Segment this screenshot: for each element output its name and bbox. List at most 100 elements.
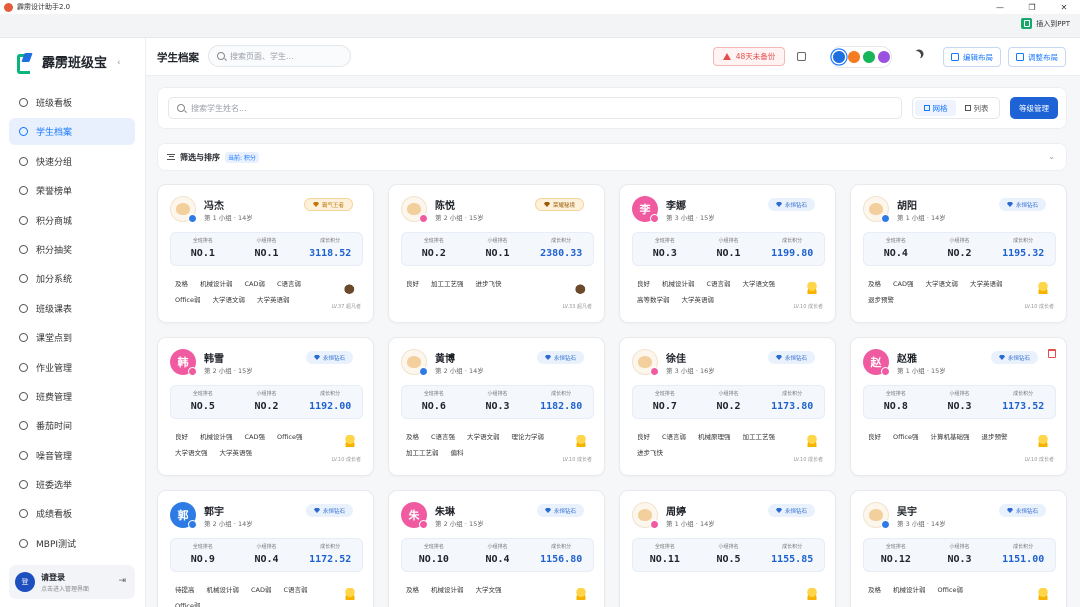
student-meta: 第 1 小组 · 14岁	[897, 214, 946, 222]
stat-growth-points: 成长积分 1151.00	[991, 539, 1055, 571]
sidebar-item[interactable]: 荣誉榜单	[9, 177, 135, 204]
stat-label: 全班排名	[654, 391, 675, 397]
sidebar-item[interactable]: 积分抽奖	[9, 236, 135, 263]
login-panel[interactable]: 登 请登录 点击进入管理界面 ⇥	[9, 565, 135, 599]
sidebar-item[interactable]: 学生档案	[9, 118, 135, 146]
student-tag: CAD弱	[244, 280, 266, 288]
theme-swatch[interactable]	[847, 51, 860, 63]
student-search-input[interactable]	[191, 103, 901, 113]
student-tag: 理论力学弱	[511, 433, 545, 441]
student-tags: 良好 加工工艺强 进步飞快	[406, 278, 556, 288]
theme-swatch[interactable]	[862, 51, 875, 63]
duck-mascot-icon	[805, 282, 819, 294]
trash-icon[interactable]	[1048, 349, 1056, 358]
sidebar-item-label: 成绩看板	[36, 510, 73, 521]
stat-class-rank: 全班排名 NO.12	[864, 539, 928, 571]
main-content: 网格 列表 等级管理 筛选与排序 当前: 积分 ⌄ 冯杰第 1 小组 · 14岁…	[146, 77, 1080, 607]
student-tag: 机械设计弱	[431, 586, 464, 594]
rating-management-button[interactable]: 等级管理	[1010, 97, 1058, 119]
filter-icon	[167, 154, 175, 160]
student-tag: 退步预警	[981, 433, 1008, 441]
duck-mascot-icon	[574, 435, 588, 447]
trophy-icon	[19, 186, 28, 196]
student-card[interactable]: 陈悦第 2 小组 · 15岁 荣耀秘境 全班排名 NO.2 小组排名 NO.1 成长积分 23…	[388, 184, 605, 323]
student-card[interactable]: 胡阳第 1 小组 · 14岁 永恒钻石 全班排名 NO.4 小组排名 NO.2 成长积分 11…	[850, 184, 1067, 323]
male-icon	[881, 214, 890, 223]
student-tag: C语言强	[431, 433, 456, 441]
diamond-icon	[998, 355, 1005, 360]
student-meta: 第 1 小组 · 14岁	[204, 214, 253, 222]
adjust-layout-button[interactable]: 调整布局	[1008, 47, 1066, 67]
student-card[interactable]: 吴宇第 3 小组 · 14岁 永恒钻石 全班排名 NO.12 小组排名 NO.3 成长积分 1…	[850, 490, 1067, 607]
sidebar-item[interactable]: 成绩看板	[9, 500, 135, 527]
student-card[interactable]: 郭郭宇第 2 小组 · 14岁 永恒钻石 全班排名 NO.9 小组排名 NO.4 成长积分 1…	[157, 490, 374, 607]
insert-to-ppt-button[interactable]: 插入到PPT	[1021, 18, 1070, 29]
student-card[interactable]: 韩韩雪第 2 小组 · 15岁 永恒钻石 全班排名 NO.5 小组排名 NO.2 成长积分 1…	[157, 337, 374, 476]
close-button[interactable]: ✕	[1048, 0, 1080, 14]
global-search-input[interactable]	[230, 51, 350, 61]
sidebar-item-label: 加分系统	[36, 275, 73, 286]
sidebar-item[interactable]: 课堂点到	[9, 324, 135, 351]
theme-swatch[interactable]	[832, 51, 845, 63]
student-card[interactable]: 冯杰第 1 小组 · 14岁 霸气王者 全班排名 NO.1 小组排名 NO.1 成长积分 31…	[157, 184, 374, 323]
student-card[interactable]: 赵赵雅第 1 小组 · 15岁 永恒钻石 全班排名 NO.8 小组排名 NO.3 成长积分 1…	[850, 337, 1067, 476]
student-meta: 第 2 小组 · 15岁	[435, 520, 484, 528]
maximize-button[interactable]: ❐	[1016, 0, 1048, 14]
sidebar-toggle-icon[interactable]	[797, 52, 806, 61]
student-search	[168, 97, 902, 119]
sidebar-item[interactable]: 班级课表	[9, 295, 135, 322]
sidebar-item[interactable]: 噪音管理	[9, 442, 135, 469]
stat-label: 全班排名	[885, 544, 906, 550]
adjust-layout-label: 调整布局	[1028, 52, 1058, 62]
student-card[interactable]: 黄博第 2 小组 · 14岁 永恒钻石 全班排名 NO.6 小组排名 NO.3 成长积分 11…	[388, 337, 605, 476]
collapse-sidebar-icon[interactable]: ‹	[117, 58, 121, 68]
student-name: 朱琳	[435, 507, 455, 518]
edit-layout-button[interactable]: 编辑布局	[943, 47, 1001, 67]
female-icon	[419, 520, 428, 529]
stat-label: 小组排名	[949, 238, 970, 244]
student-tags: 及格 机械设计弱 CAD弱 C语言弱 Office弱 大学语文弱 大学英语弱	[175, 278, 325, 304]
student-tag: 大学语文弱	[467, 433, 500, 441]
list-view-button[interactable]: 列表	[956, 100, 997, 116]
stat-value: NO.2	[947, 248, 972, 259]
student-tag: Office强	[893, 433, 919, 441]
student-card[interactable]: 李李娜第 3 小组 · 15岁 永恒钻石 全班排名 NO.3 小组排名 NO.1 成长积分 1…	[619, 184, 836, 323]
student-card[interactable]: 徐佳第 3 小组 · 16岁 永恒钻石 全班排名 NO.7 小组排名 NO.2 成长积分 11…	[619, 337, 836, 476]
gift-icon	[19, 244, 28, 254]
backup-warning-badge[interactable]: 48天未备份	[713, 47, 785, 66]
dark-mode-icon[interactable]	[912, 51, 921, 60]
student-card[interactable]: 周婷第 1 小组 · 14岁 永恒钻石 全班排名 NO.11 小组排名 NO.5 成长积分 1…	[619, 490, 836, 607]
login-arrow-icon[interactable]: ⇥	[118, 576, 126, 586]
window-controls: — ❐ ✕	[984, 0, 1080, 14]
student-card[interactable]: 朱朱琳第 2 小组 · 15岁 永恒钻石 全班排名 NO.10 小组排名 NO.4 成长积分…	[388, 490, 605, 607]
student-stats: 全班排名 NO.7 小组排名 NO.2 成长积分 1173.80	[632, 385, 825, 419]
student-meta: 第 3 小组 · 16岁	[666, 367, 715, 375]
chevron-down-icon[interactable]: ⌄	[1048, 152, 1055, 161]
minimize-button[interactable]: —	[984, 0, 1016, 14]
grid-view-button[interactable]: 网格	[915, 100, 956, 116]
student-tag: 退步预警	[868, 296, 894, 304]
theme-swatch[interactable]	[877, 51, 890, 63]
student-tag: CAD弱	[251, 586, 272, 594]
sidebar-item[interactable]: 作业管理	[9, 354, 135, 381]
sidebar-item[interactable]: 积分商城	[9, 207, 135, 234]
sidebar-item[interactable]: MBPI测试	[9, 530, 135, 557]
duck-mascot-icon	[343, 435, 357, 447]
sidebar-item[interactable]: 班费管理	[9, 383, 135, 410]
student-tag: 机械设计弱	[200, 280, 233, 288]
female-icon	[881, 367, 890, 376]
sidebar-item-label: 噪音管理	[36, 451, 73, 462]
stat-class-rank: 全班排名 NO.8	[864, 386, 928, 418]
sidebar-item[interactable]: 班级看板	[9, 89, 135, 116]
sidebar-item[interactable]: 加分系统	[9, 265, 135, 292]
sidebar-item[interactable]: 快速分组	[9, 148, 135, 175]
sidebar-item[interactable]: 班委选举	[9, 471, 135, 498]
sidebar-item[interactable]: 番茄时间	[9, 412, 135, 439]
stat-group-rank: 小组排名 NO.3	[466, 386, 530, 418]
student-stats: 全班排名 NO.6 小组排名 NO.3 成长积分 1182.80	[401, 385, 594, 419]
sidebar-item-label: 荣誉榜单	[36, 187, 73, 198]
sidebar-item-label: 班费管理	[36, 392, 73, 403]
filter-sort-bar[interactable]: 筛选与排序 当前: 积分 ⌄	[157, 143, 1067, 171]
stat-label: 小组排名	[718, 238, 739, 244]
diamond-icon	[313, 508, 320, 513]
